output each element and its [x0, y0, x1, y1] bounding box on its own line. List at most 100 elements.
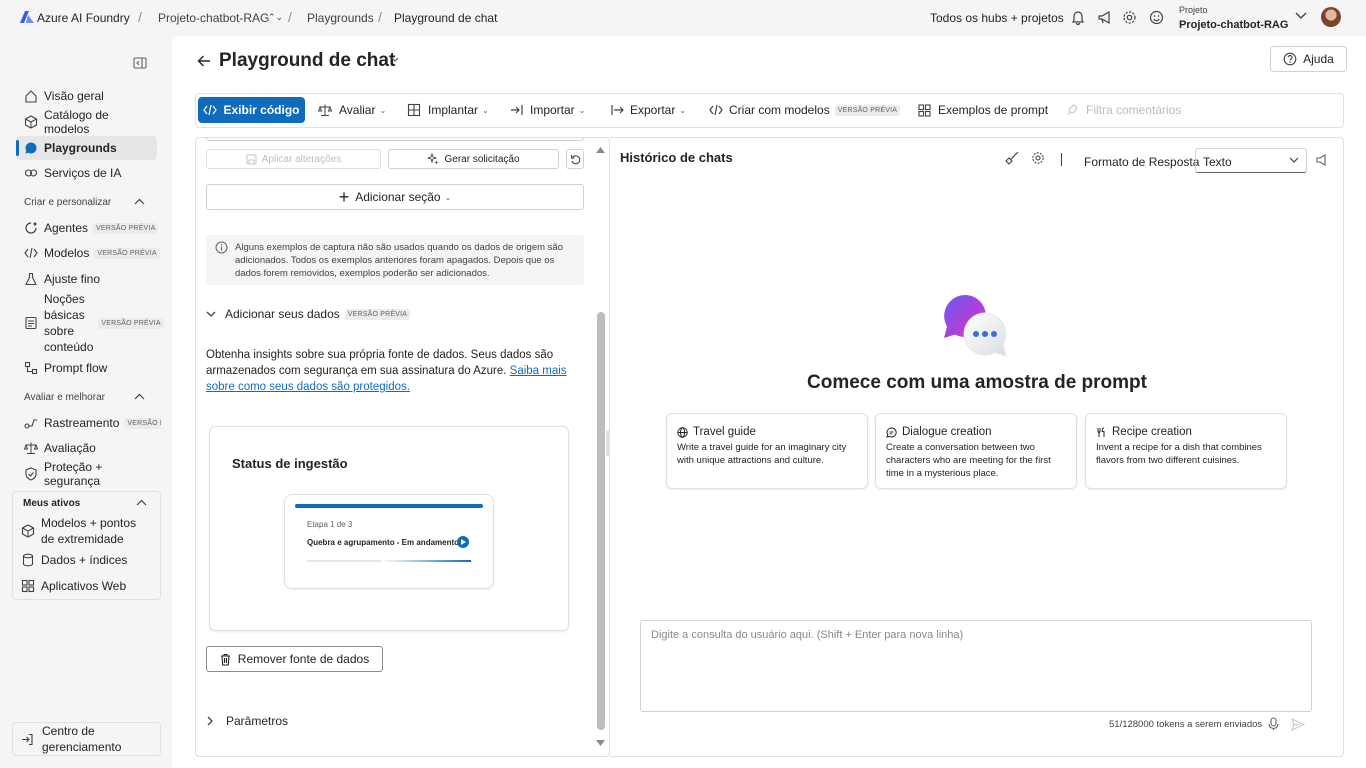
shield-icon — [24, 467, 38, 481]
plus-icon: + — [338, 187, 350, 207]
apps-icon — [21, 579, 35, 593]
chevron-up-icon[interactable] — [134, 393, 145, 400]
sidebar-item-fine-tuning[interactable]: Ajuste fino — [16, 267, 157, 291]
info-message-bar: Alguns exemplos de captura não são usado… — [206, 235, 584, 285]
sidebar-item-label: Prompt flow — [44, 361, 108, 375]
chevron-right-icon — [207, 716, 214, 726]
grid-icon — [918, 103, 931, 117]
bell-icon[interactable] — [1071, 10, 1085, 25]
add-section-label: Adicionar seção — [355, 190, 441, 204]
info-icon — [215, 241, 228, 254]
feedback-icon — [1066, 103, 1079, 117]
reset-button[interactable] — [566, 149, 584, 169]
sample-card-recipe-creation[interactable]: Recipe creation Invent a recipe for a di… — [1085, 413, 1287, 489]
chevron-down-icon — [1289, 157, 1299, 164]
chat-bubbles-illustration-icon — [943, 294, 1009, 358]
database-icon — [21, 553, 35, 567]
remove-data-source-button[interactable]: Remover fonte de dados — [206, 646, 383, 672]
apply-changes-button[interactable]: Aplicar alterações — [206, 149, 381, 169]
sidebar-item-overview[interactable]: Visão geral — [16, 84, 157, 108]
sidebar-item-agents[interactable]: Agentes VERSÃO PRÉVIA — [16, 216, 159, 240]
view-code-button[interactable]: Exibir código — [198, 97, 305, 123]
add-section-button[interactable]: + Adicionar seção ⌄ — [206, 184, 584, 210]
send-icon[interactable] — [1291, 718, 1305, 731]
ai-services-icon — [24, 166, 38, 180]
create-with-templates-button[interactable]: Criar com modelos VERSÃO PRÉVIA — [709, 94, 901, 126]
sidebar-item-tracing[interactable]: Rastreamento VERSÃO PRÉ — [16, 411, 161, 435]
parameters-header[interactable]: Parâmetros — [207, 714, 288, 728]
speaker-mute-icon[interactable] — [1315, 153, 1328, 167]
all-hubs-link[interactable]: Todos os hubs + projetos — [930, 11, 1064, 25]
deploy-button[interactable]: Implantar ⌄ — [407, 94, 489, 126]
toolbar-divider — [1061, 153, 1062, 166]
chevron-updown-icon[interactable]: ⌃⌄ — [268, 12, 283, 23]
export-button[interactable]: Exportar ⌄ — [610, 94, 686, 126]
sidebar-item-data-indexes[interactable]: Dados + índices — [13, 548, 160, 572]
sidebar-item-models[interactable]: Modelos VERSÃO PRÉVIA — [16, 241, 160, 265]
breadcrumb-playgrounds[interactable]: Playgrounds — [307, 11, 374, 25]
export-icon — [610, 103, 624, 117]
sample-title: Recipe creation — [1112, 426, 1192, 438]
progress-track — [307, 560, 471, 562]
clear-chat-icon[interactable] — [1005, 151, 1019, 165]
preview-badge: VERSÃO PRÉVIA — [93, 222, 159, 234]
chevron-down-icon: ⌄ — [379, 105, 387, 115]
add-data-header[interactable]: Adicionar seus dados VERSÃO PRÉVIA — [206, 307, 411, 321]
evaluate-button[interactable]: Avaliar ⌄ — [318, 94, 386, 126]
settings-icon[interactable] — [1031, 151, 1045, 165]
sidebar-item-ai-services[interactable]: Serviços de IA — [16, 161, 157, 185]
token-count: 51/128000 tokens a serem enviados — [1109, 719, 1263, 730]
management-label: Centro de gerenciamento — [42, 724, 122, 754]
project-name[interactable]: Projeto-chatbot-RAG — [1179, 19, 1288, 31]
scroll-down-arrow[interactable] — [596, 739, 605, 747]
smiley-icon[interactable] — [1149, 10, 1164, 25]
avatar[interactable] — [1321, 7, 1341, 27]
breadcrumb-project[interactable]: Projeto-chatbot-RAG — [158, 11, 269, 25]
collapse-sidebar-icon[interactable] — [133, 56, 147, 70]
megaphone-icon[interactable] — [1097, 10, 1112, 25]
import-button[interactable]: Importar ⌄ — [510, 94, 585, 126]
sidebar-item-model-catalog[interactable]: Catálogo de modelos — [16, 108, 157, 136]
sidebar-item-web-apps[interactable]: Aplicativos Web — [13, 574, 160, 598]
sidebar-item-prompt-flow[interactable]: Prompt flow — [16, 356, 157, 380]
breadcrumb-separator: / — [288, 9, 292, 25]
azure-logo-icon[interactable] — [20, 10, 34, 24]
agent-icon — [24, 221, 38, 235]
prompt-examples-button[interactable]: Exemplos de prompt — [918, 94, 1048, 126]
section-header-evaluate: Avaliar e melhorar — [24, 392, 105, 403]
gear-icon[interactable] — [1122, 10, 1137, 25]
sidebar-item-content-understanding[interactable]: Noções básicas sobre conteúdo VERSÃO PRÉ… — [16, 291, 164, 355]
scrollbar-thumb[interactable] — [597, 312, 605, 730]
generate-prompt-button[interactable]: Gerar solicitação — [388, 149, 559, 169]
sidebar-item-label: Aplicativos Web — [41, 579, 127, 593]
sidebar-item-label: Modelos + pontos de extremidade — [41, 516, 137, 546]
chevron-down-icon[interactable] — [391, 57, 399, 63]
chevron-up-icon[interactable] — [136, 499, 147, 506]
chevron-down-icon[interactable] — [1295, 12, 1307, 20]
response-format-label: Formato de Resposta — [1084, 155, 1200, 169]
sample-card-dialogue-creation[interactable]: Dialogue creation Create a conversation … — [875, 413, 1077, 489]
preview-badge: VERSÃO PRÉVIA — [344, 308, 411, 320]
breadcrumb-separator: / — [378, 9, 382, 25]
scroll-up-arrow[interactable] — [596, 146, 605, 154]
sidebar-item-evaluation[interactable]: Avaliação — [16, 436, 157, 460]
chat-input[interactable]: Digite a consulta do usuário aqui. (Shif… — [640, 620, 1312, 712]
back-arrow-icon[interactable] — [196, 53, 212, 69]
filter-comments-button[interactable]: Filtra comentários — [1066, 94, 1181, 126]
sample-title: Travel guide — [693, 426, 756, 438]
brand-name[interactable]: Azure AI Foundry — [37, 11, 130, 25]
help-button[interactable]: Ajuda — [1270, 46, 1347, 72]
sidebar-item-models-endpoints[interactable]: Modelos + pontos de extremidade — [13, 515, 160, 547]
sidebar-item-playgrounds[interactable]: Playgrounds — [16, 136, 157, 160]
sidebar-item-safety[interactable]: Proteção + segurança — [16, 460, 157, 488]
sidebar-item-label: Proteção + segurança — [44, 460, 103, 488]
sample-description: Write a travel guide for an imaginary ci… — [677, 442, 847, 466]
sidebar-item-label: Modelos — [44, 246, 90, 260]
sample-card-travel-guide[interactable]: Travel guide Write a travel guide for an… — [666, 413, 868, 489]
microphone-icon[interactable] — [1268, 717, 1279, 731]
dialogue-icon — [886, 426, 897, 438]
flask-icon — [24, 272, 38, 286]
management-center-button[interactable]: Centro de gerenciamento — [12, 722, 161, 756]
response-format-select[interactable]: Texto — [1195, 148, 1307, 173]
chevron-up-icon[interactable] — [134, 198, 145, 205]
